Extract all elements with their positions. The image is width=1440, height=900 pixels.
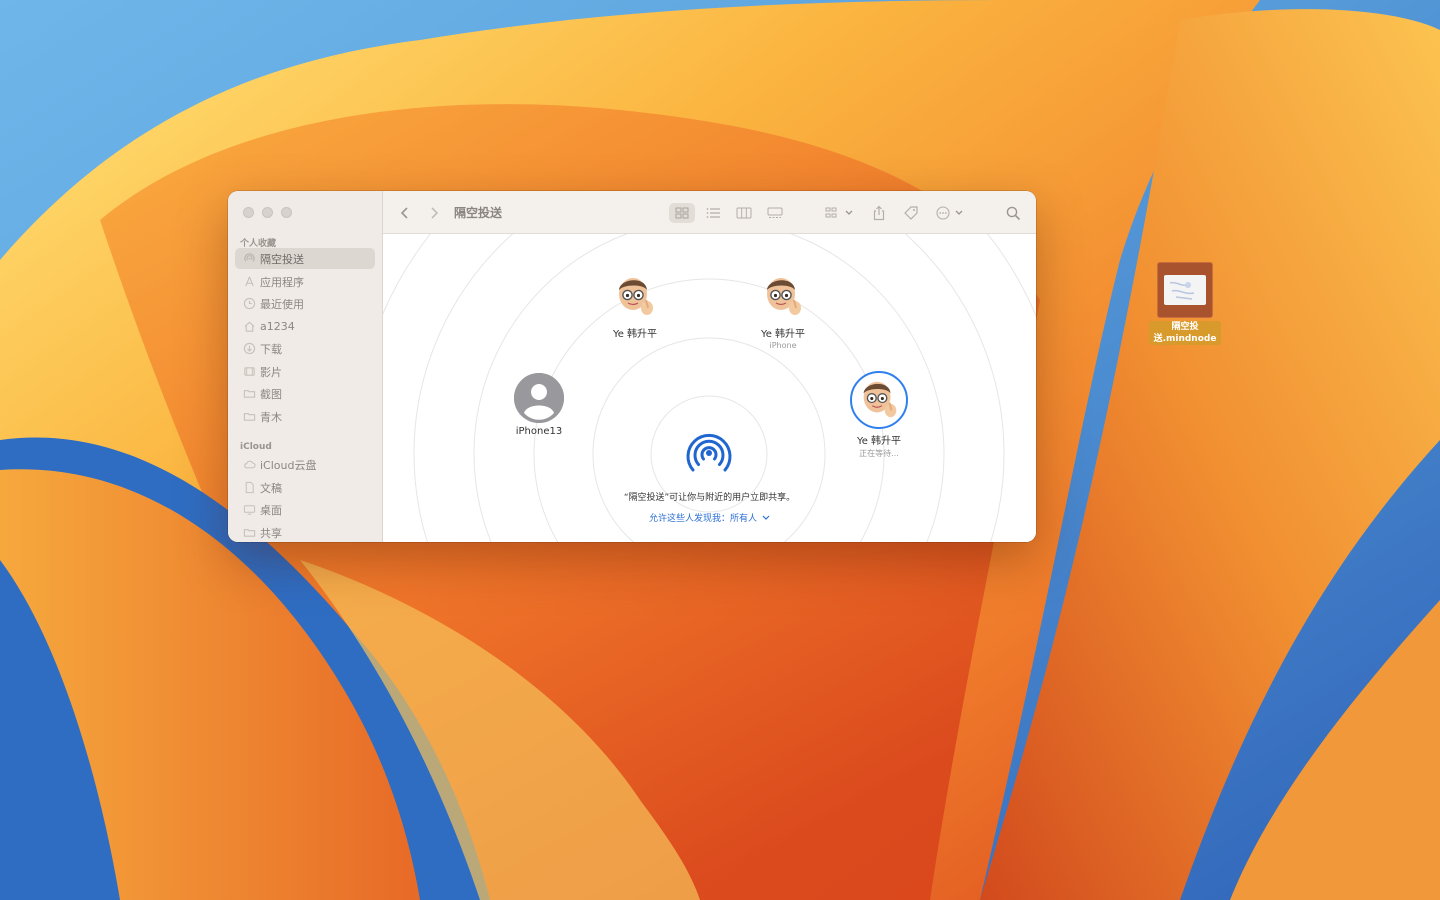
- tag-button[interactable]: [900, 203, 922, 223]
- sidebar-item-home[interactable]: a1234: [235, 316, 375, 337]
- document-icon: [242, 481, 256, 495]
- sidebar-item-label: 最近使用: [260, 297, 304, 311]
- list-view-button[interactable]: [701, 203, 725, 223]
- sidebar-item-label: iCloud云盘: [260, 458, 317, 472]
- search-icon: [1006, 206, 1020, 220]
- memoji-avatar: [850, 371, 908, 429]
- sidebar-item-label: 截图: [260, 387, 282, 401]
- airdrop-content: Ye 韩升平 Ye 韩升平 iPhone iPhone13 Ye 韩升平 正在等…: [383, 234, 1036, 542]
- contact-name: iPhone13: [515, 426, 563, 437]
- search-button[interactable]: [1003, 203, 1023, 223]
- airdrop-contact[interactable]: Ye 韩升平 iPhone: [728, 272, 838, 350]
- share-icon: [873, 205, 885, 221]
- minimize-button[interactable]: [262, 207, 273, 218]
- sidebar-item-label: 青木: [260, 410, 282, 424]
- sidebar-item-label: 隔空投送: [260, 252, 304, 266]
- contact-name: Ye 韩升平: [612, 329, 658, 340]
- zoom-button[interactable]: [281, 207, 292, 218]
- sidebar-item-downloads[interactable]: 下载: [235, 338, 375, 359]
- grid-view-icon: [675, 207, 689, 219]
- shared-folder-icon: [242, 526, 256, 540]
- sidebar-item-desktop[interactable]: 桌面: [235, 499, 375, 520]
- gallery-view-icon: [767, 207, 783, 218]
- download-icon: [242, 342, 256, 356]
- chevron-right-icon: [431, 207, 439, 219]
- applications-icon: [242, 275, 256, 289]
- column-view-button[interactable]: [732, 203, 756, 223]
- memoji-avatar: [758, 272, 808, 322]
- film-icon: [242, 365, 256, 379]
- contact-status: 正在等待...: [859, 449, 899, 458]
- sidebar-item-label: 文稿: [260, 481, 282, 495]
- folder-icon: [242, 387, 256, 401]
- window-controls: [243, 207, 292, 218]
- list-view-icon: [706, 208, 720, 218]
- icon-view-button[interactable]: [669, 203, 695, 223]
- airdrop-description: “隔空投送”可让你与附近的用户立即共享。: [623, 493, 796, 503]
- home-icon: [242, 320, 256, 334]
- toolbar: 隔空投送: [383, 191, 1036, 234]
- sidebar-item-screenshots[interactable]: 截图: [235, 383, 375, 404]
- group-by-button[interactable]: [824, 203, 856, 223]
- file-name-line2: 送.mindnode: [1153, 334, 1217, 344]
- airdrop-contact[interactable]: Ye 韩升平: [580, 272, 690, 340]
- window-title: 隔空投送: [454, 206, 503, 220]
- sidebar-item-recents[interactable]: 最近使用: [235, 293, 375, 314]
- sidebar-item-label: 影片: [260, 365, 282, 379]
- sidebar-item-shared[interactable]: 共享: [235, 522, 375, 542]
- sidebar-item-label: 共享: [260, 526, 282, 540]
- file-name-line1: 隔空投: [1171, 322, 1199, 332]
- gallery-view-button[interactable]: [763, 203, 787, 223]
- sidebar-item-label: 桌面: [260, 503, 282, 517]
- tag-icon: [904, 206, 918, 220]
- desktop-file-label: 隔空投 送.mindnode: [1149, 321, 1221, 345]
- more-actions-button[interactable]: [935, 203, 967, 223]
- contact-name: Ye 韩升平: [856, 436, 902, 447]
- sidebar-item-qingmu[interactable]: 青木: [235, 406, 375, 427]
- sidebar: 个人收藏 隔空投送 应用程序 最近使用 a1234 下载 影片 截图 青木 iC…: [228, 191, 383, 542]
- cloud-icon: [242, 458, 256, 472]
- sidebar-item-applications[interactable]: 应用程序: [235, 271, 375, 292]
- sidebar-item-icloud-drive[interactable]: iCloud云盘: [235, 454, 375, 475]
- discoverability-label: 允许这些人发现我：所有人: [649, 514, 758, 524]
- airdrop-contact[interactable]: iPhone13: [484, 373, 594, 437]
- mindnode-file-icon: [1157, 262, 1213, 318]
- share-button[interactable]: [869, 203, 889, 223]
- sidebar-item-label: 应用程序: [260, 275, 304, 289]
- memoji-avatar: [610, 272, 660, 322]
- close-button[interactable]: [243, 207, 254, 218]
- folder-icon: [242, 410, 256, 424]
- sidebar-item-label: a1234: [260, 320, 295, 333]
- group-by-icon: [825, 207, 853, 218]
- sidebar-item-label: 下载: [260, 342, 282, 356]
- person-placeholder-icon: [514, 373, 564, 423]
- clock-icon: [242, 297, 256, 311]
- contact-name: Ye 韩升平: [760, 329, 806, 340]
- finder-window: 个人收藏 隔空投送 应用程序 最近使用 a1234 下载 影片 截图 青木 iC…: [228, 191, 1036, 542]
- airdrop-icon: [686, 433, 732, 472]
- back-button[interactable]: [397, 203, 413, 223]
- discoverability-dropdown[interactable]: 允许这些人发现我：所有人: [383, 511, 1036, 524]
- column-view-icon: [736, 207, 752, 219]
- desktop-file[interactable]: 隔空投 送.mindnode: [1146, 262, 1224, 345]
- airdrop-icon: [242, 252, 256, 266]
- desktop-icon: [242, 503, 256, 517]
- contact-device: iPhone: [769, 341, 797, 350]
- forward-button[interactable]: [426, 203, 442, 223]
- sidebar-item-movies[interactable]: 影片: [235, 361, 375, 382]
- airdrop-contact-waiting[interactable]: Ye 韩升平 正在等待...: [824, 371, 934, 459]
- sidebar-item-airdrop[interactable]: 隔空投送: [235, 248, 375, 269]
- sidebar-item-documents[interactable]: 文稿: [235, 477, 375, 498]
- icloud-header: iCloud: [240, 442, 272, 452]
- chevron-left-icon: [400, 207, 408, 219]
- ellipsis-circle-icon: [936, 206, 963, 220]
- chevron-down-icon: [762, 515, 770, 520]
